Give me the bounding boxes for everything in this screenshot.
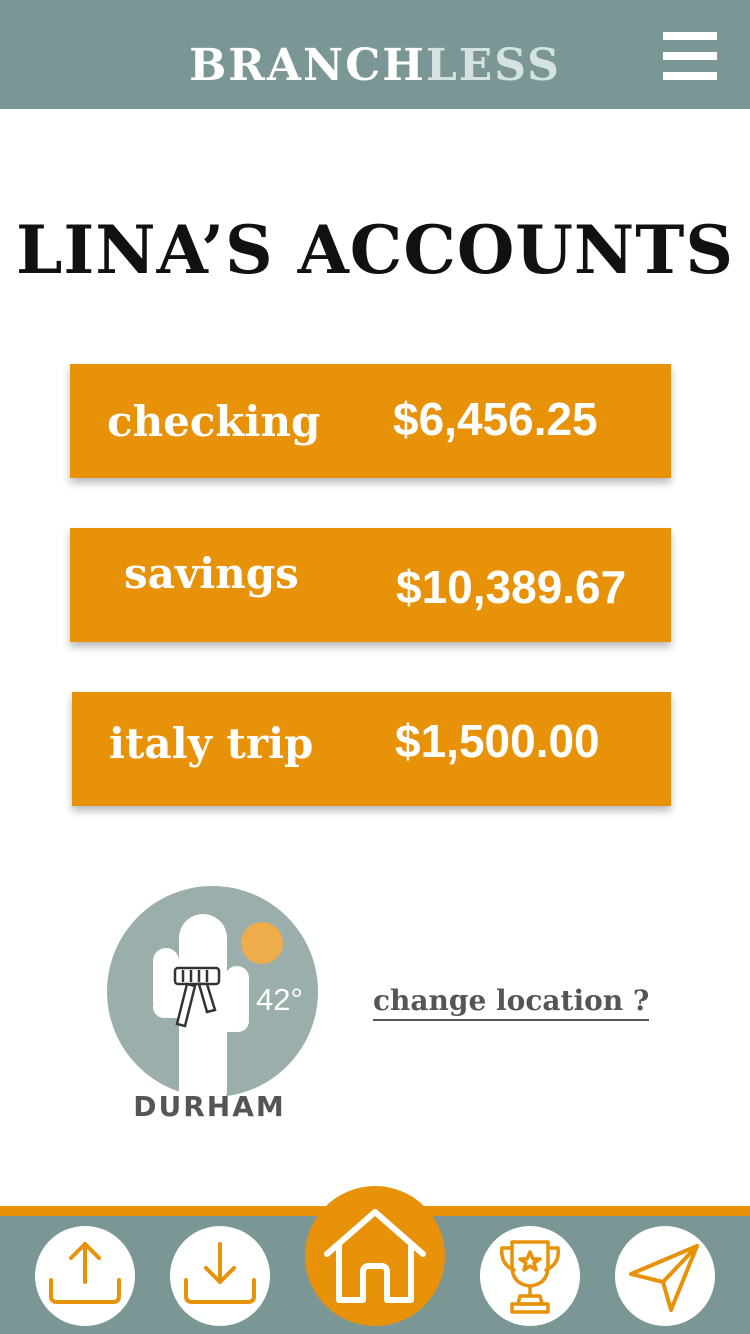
send-icon <box>629 1244 699 1312</box>
home-icon <box>324 1209 426 1303</box>
account-name: savings <box>124 548 299 598</box>
download-icon <box>184 1242 256 1304</box>
account-name: checking <box>107 396 321 446</box>
trophy-icon <box>500 1240 560 1314</box>
account-card-savings[interactable]: savings $10,389.67 <box>70 528 671 642</box>
trophy-button[interactable] <box>480 1226 580 1326</box>
app-header: BRANCHLESS <box>0 0 750 109</box>
account-balance: $6,456.25 <box>393 393 598 445</box>
city-label: DURHAM <box>133 1090 286 1123</box>
account-card-italy-trip[interactable]: italy trip $1,500.00 <box>72 692 671 806</box>
send-button[interactable] <box>615 1226 715 1326</box>
account-balance: $10,389.67 <box>396 561 627 613</box>
account-card-checking[interactable]: checking $6,456.25 <box>70 364 671 478</box>
upload-icon <box>49 1242 121 1304</box>
download-button[interactable] <box>170 1226 270 1326</box>
account-name: italy trip <box>109 718 314 768</box>
change-location-link[interactable]: change location ? <box>373 983 650 1021</box>
brand-logo: BRANCHLESS <box>0 36 750 96</box>
page-title: LINA’S ACCOUNTS <box>15 211 735 289</box>
account-balance: $1,500.00 <box>395 715 600 767</box>
brand-part-2: LESS <box>425 40 561 91</box>
upload-button[interactable] <box>35 1226 135 1326</box>
brand-part-1: BRANCH <box>189 40 426 91</box>
home-button[interactable] <box>305 1186 445 1326</box>
temperature-reading: 42° <box>256 982 303 1017</box>
hamburger-menu-icon[interactable] <box>663 30 719 86</box>
